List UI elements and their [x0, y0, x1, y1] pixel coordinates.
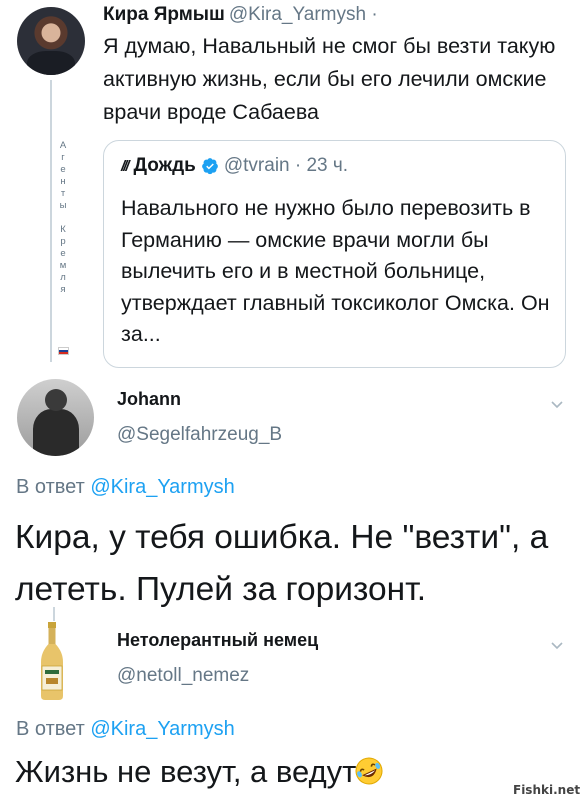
quoted-tweet-header: /// Дождь @tvrain · 23 ч. — [121, 155, 348, 177]
author-handle[interactable]: @Kira_Yarmysh · — [229, 4, 378, 25]
reply-to-link[interactable]: @Kira_Yarmysh — [90, 718, 234, 740]
tweet-text: Я думаю, Навальный не смог бы везти таку… — [103, 34, 556, 124]
rolling-on-floor-laughing-emoji — [355, 757, 383, 785]
side-label-letter: е — [60, 248, 66, 259]
side-label-letter: л — [60, 272, 66, 283]
tvrain-logo: /// — [121, 157, 129, 175]
reply-to-link[interactable]: @Kira_Yarmysh — [90, 476, 234, 498]
tweet-text: Жизнь не везут, а ведут — [15, 752, 384, 792]
side-label-letter: т — [60, 188, 66, 199]
tweet-text: Кира, у тебя ошибка. Не "везти", а летет… — [15, 519, 549, 608]
side-label-letter: я — [60, 284, 66, 295]
thread-line — [50, 80, 52, 362]
chevron-down-icon[interactable] — [549, 396, 565, 412]
watermark: Fishki.net — [513, 783, 581, 797]
quoted-tweet-text: Навального не нужно было перевозить в Ге… — [121, 196, 550, 346]
author-name[interactable]: Кира Ярмыш — [103, 4, 225, 25]
reply-context: В ответ @Kira_Yarmysh — [16, 718, 235, 741]
author-name[interactable]: Нетолерантный немец — [117, 630, 318, 651]
side-label-agenty-kremlya: Агенты Кремля — [57, 140, 69, 296]
side-label-letter: ы — [59, 200, 67, 211]
author-handle[interactable]: @netoll_nemez — [117, 665, 249, 687]
tweet-text-body: Жизнь не везут, а ведут — [15, 754, 357, 789]
side-label-letter: м — [59, 260, 67, 271]
russian-flag-icon — [58, 347, 69, 355]
side-label-letter: К — [60, 224, 66, 235]
tweet-header: Кира Ярмыш @Kira_Yarmysh · — [103, 4, 378, 26]
chevron-down-icon[interactable] — [549, 637, 565, 653]
side-label-letter: е — [60, 164, 66, 175]
reply-prefix: В ответ — [16, 476, 85, 498]
author-name[interactable]: Johann — [117, 389, 181, 410]
side-label-letter — [57, 212, 69, 224]
avatar-kira[interactable] — [17, 7, 85, 75]
quoted-author-handle[interactable]: @tvrain · 23 ч. — [224, 155, 348, 177]
side-label-letter: г — [61, 152, 65, 163]
verified-badge-icon — [201, 158, 218, 175]
thread-line — [53, 607, 55, 621]
author-handle[interactable]: @Segelfahrzeug_B — [117, 424, 282, 446]
quoted-tweet[interactable]: /// Дождь @tvrain · 23 ч. Навального не … — [103, 140, 566, 368]
reply-context: В ответ @Kira_Yarmysh — [16, 476, 235, 499]
side-label-letter: А — [59, 140, 67, 151]
beer-bottle-avatar[interactable] — [37, 622, 67, 700]
side-label-letter: н — [60, 176, 66, 187]
quoted-author-name[interactable]: Дождь — [134, 155, 196, 177]
avatar-johann[interactable] — [17, 379, 94, 456]
reply-prefix: В ответ — [16, 718, 85, 740]
tweet-kira: Агенты Кремля Кира Ярмыш @Kira_Yarmysh · … — [0, 0, 583, 375]
side-label-letter: р — [60, 236, 66, 247]
